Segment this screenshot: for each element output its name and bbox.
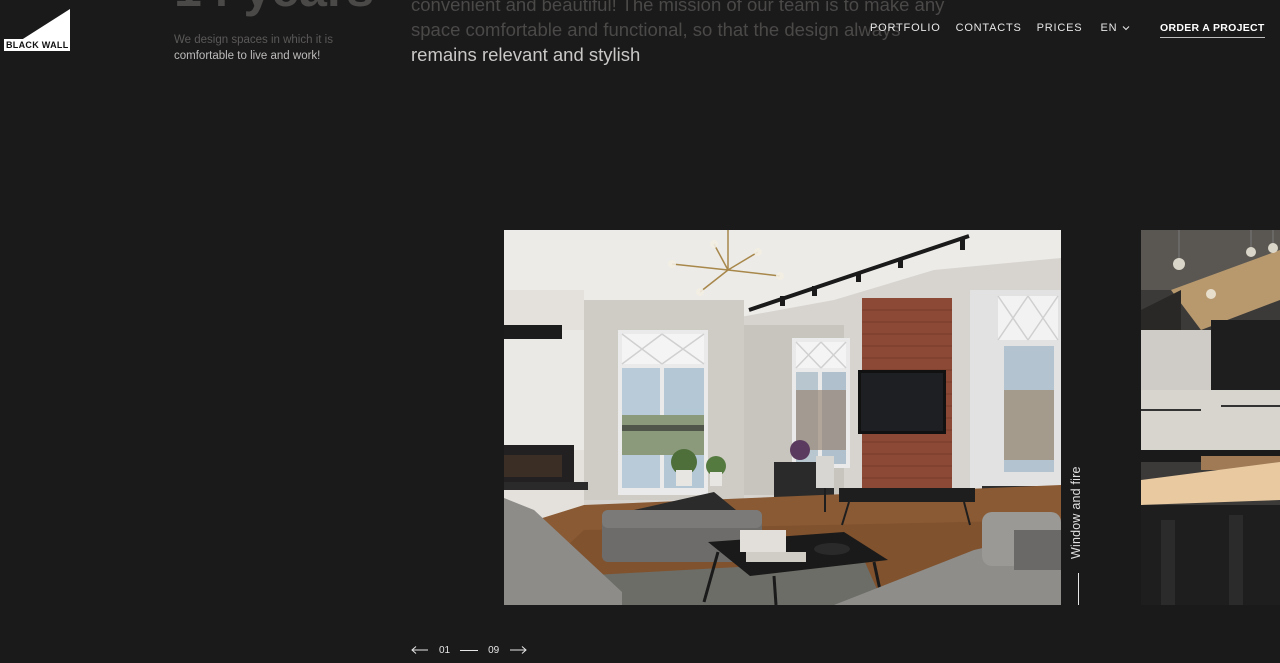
logo[interactable]: BLACK WALL xyxy=(4,9,70,51)
hero-years-heading: 14 years xyxy=(174,0,374,14)
slide-caption-text: Window and fire xyxy=(1069,466,1083,559)
slider-pager: 01 09 xyxy=(411,643,528,657)
logo-text: BLACK WALL xyxy=(6,40,69,50)
caption-divider xyxy=(1078,573,1079,605)
hero-subtitle-line-2: comfortable to live and work! xyxy=(174,50,321,62)
living-room-photo xyxy=(504,230,1061,605)
order-project-button[interactable]: ORDER A PROJECT xyxy=(1160,22,1265,38)
nav-item-contacts[interactable]: CONTACTS xyxy=(956,22,1022,34)
arrow-right-icon[interactable] xyxy=(509,645,528,655)
page: BLACK WALL 14 years We design spaces in … xyxy=(0,0,1280,663)
hero-subtitle: We design spaces in which it is comforta… xyxy=(174,32,364,64)
pager-divider xyxy=(460,649,479,651)
mission-line-3: remains relevant and stylish xyxy=(411,44,641,65)
main-nav: PORTFOLIO CONTACTS PRICES EN xyxy=(870,22,1130,34)
chevron-down-icon xyxy=(1122,26,1130,31)
slide-caption: Window and fire xyxy=(1069,455,1086,559)
nav-item-portfolio[interactable]: PORTFOLIO xyxy=(870,22,941,34)
hero-subtitle-line-1: We design spaces in which it is xyxy=(174,34,333,46)
mission-line-1: convenient and beautiful! The mission of… xyxy=(411,0,945,15)
slide-current-index: 01 xyxy=(439,644,451,656)
arrow-left-icon[interactable] xyxy=(411,645,429,655)
slide-image-current[interactable] xyxy=(504,230,1061,605)
language-label: EN xyxy=(1100,22,1118,34)
nav-item-prices[interactable]: PRICES xyxy=(1037,22,1083,34)
slide-total: 09 xyxy=(488,644,500,656)
kitchen-photo xyxy=(1141,230,1280,605)
slide-image-next[interactable] xyxy=(1141,230,1280,605)
language-selector[interactable]: EN xyxy=(1100,22,1130,34)
